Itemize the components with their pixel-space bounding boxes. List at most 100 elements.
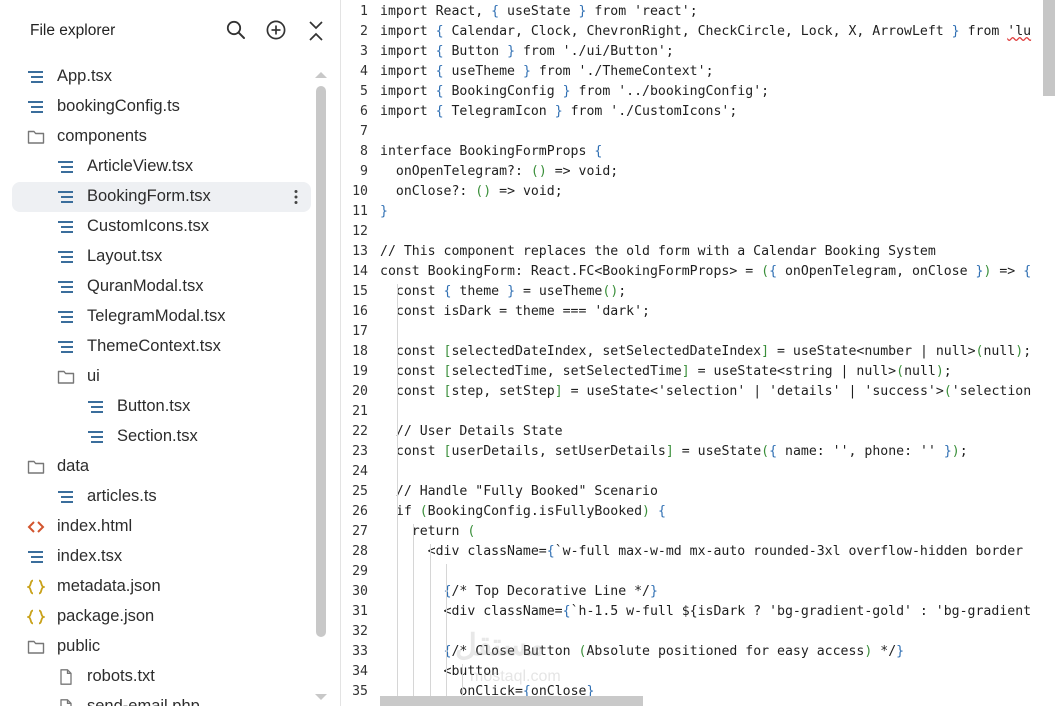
file-tree-item[interactable]: index.html [12,512,311,542]
file-tree-item-label: ArticleView.tsx [87,157,194,175]
line-number: 2 [360,24,368,39]
file-tree-item-label: components [57,127,147,145]
file-tree-item[interactable]: articles.ts [12,482,311,512]
code-line[interactable]: import { Calendar, Clock, ChevronRight, … [380,24,1031,39]
line-number: 1 [360,4,368,19]
file-tree-item[interactable]: package.json [12,602,311,632]
sidebar-scrollbar-thumb[interactable] [316,86,326,637]
line-number: 9 [360,164,368,179]
code-line[interactable]: import React, { useState } from 'react'; [380,4,698,19]
indent-guide [430,544,431,706]
file-lines-icon [27,549,45,565]
file-tree-item[interactable]: data [12,452,311,482]
code-area[interactable]: import React, { useState } from 'react';… [380,0,1056,706]
line-number: 4 [360,64,368,79]
file-tree-item-label: QuranModal.tsx [87,277,204,295]
more-options-icon[interactable] [289,188,303,206]
file-tree-item[interactable]: Layout.tsx [12,242,311,272]
line-number-gutter: 1 2 3 4 5 6 7 8 9 10 11 12 13 14 15 16 17 18 19 20 21 22 23 24 2… [342,0,376,706]
file-tree-item[interactable]: App.tsx [12,62,311,92]
code-line[interactable]: import { Button } from './ui/Button'; [380,44,674,59]
code-line[interactable]: } [380,204,388,219]
line-number: 28 [352,544,368,559]
file-tree-item[interactable]: public [12,632,311,662]
file-icon [57,699,75,706]
file-explorer-panel: File explorer App.tsx bookingConfig.ts com… [0,0,341,706]
line-number: 20 [352,384,368,399]
file-tree-item[interactable]: metadata.json [12,572,311,602]
code-line[interactable]: interface BookingFormProps { [380,144,602,159]
code-line[interactable]: return ( [380,524,476,539]
line-number: 32 [352,624,368,639]
file-tree-item-label: ThemeContext.tsx [87,337,221,355]
file-tree-item[interactable]: CustomIcons.tsx [12,212,311,242]
line-number: 21 [352,404,368,419]
code-line[interactable]: onClose?: () => void; [380,184,563,199]
code-line[interactable]: const [selectedDateIndex, setSelectedDat… [380,344,1031,359]
file-tree-item-label: robots.txt [87,667,155,685]
line-number: 5 [360,84,368,99]
add-circle-icon[interactable] [265,19,289,45]
file-tree-item[interactable]: index.tsx [12,542,311,572]
line-number: 15 [352,284,368,299]
file-tree-item[interactable]: bookingConfig.ts [12,92,311,122]
code-line[interactable]: import { TelegramIcon } from './CustomIc… [380,104,737,119]
file-tree-item[interactable]: ThemeContext.tsx [12,332,311,362]
code-line[interactable]: <div className={`h-1.5 w-full ${isDark ?… [380,604,1032,619]
file-tree-item[interactable]: ui [12,362,311,392]
code-editor[interactable]: 1 2 3 4 5 6 7 8 9 10 11 12 13 14 15 16 17 18 19 20 21 22 23 24 2… [342,0,1056,706]
file-tree-item-label: App.tsx [57,67,113,85]
code-line[interactable]: const BookingForm: React.FC<BookingFormP… [380,264,1031,279]
file-tree-item[interactable]: ArticleView.tsx [12,152,311,182]
folder-icon [27,459,45,475]
editor-vertical-scrollbar-thumb[interactable] [1043,0,1055,96]
editor-horizontal-scrollbar-thumb[interactable] [380,696,643,706]
code-line[interactable]: const [userDetails, setUserDetails] = us… [380,444,968,459]
file-tree-item-label: data [57,457,90,475]
code-line[interactable]: {/* Top Decorative Line */} [380,584,658,599]
collapse-all-icon[interactable] [306,19,330,45]
code-line[interactable]: onOpenTelegram?: () => void; [380,164,618,179]
code-line[interactable]: const { theme } = useTheme(); [380,284,626,299]
code-line[interactable]: // Handle "Fully Booked" Scenario [380,484,658,499]
file-lines-icon [57,339,75,355]
file-lines-icon [27,69,45,85]
code-line[interactable]: if (BookingConfig.isFullyBooked) { [380,504,666,519]
file-explorer-header: File explorer [0,0,340,62]
file-tree-item[interactable]: send-email.php [12,692,311,706]
file-lines-icon [57,279,75,295]
file-tree-item[interactable]: robots.txt [12,662,311,692]
code-line[interactable]: import { BookingConfig } from '../bookin… [380,84,769,99]
file-tree-item[interactable]: components [12,122,311,152]
code-line[interactable]: const [step, setStep] = useState<'select… [380,384,1031,399]
code-line[interactable]: import { useTheme } from './ThemeContext… [380,64,714,79]
line-number: 31 [352,604,368,619]
watermark-url: mostaql.com [470,668,561,685]
scroll-down-arrow-icon[interactable] [315,694,327,700]
code-line[interactable]: <div className={`w-full max-w-md mx-auto… [380,544,1024,559]
file-tree-item-label: index.html [57,517,133,535]
json-braces-icon [25,609,47,625]
file-tree-item[interactable]: TelegramModal.tsx [12,302,311,332]
scroll-up-arrow-icon[interactable] [315,72,327,78]
file-tree-item[interactable]: Button.tsx [12,392,311,422]
code-line[interactable]: // User Details State [380,424,563,439]
file-tree-item[interactable]: QuranModal.tsx [12,272,311,302]
indent-guide [397,284,398,706]
search-icon[interactable] [225,19,249,45]
file-lines-icon [57,159,75,175]
code-line[interactable]: const isDark = theme === 'dark'; [380,304,650,319]
line-number: 11 [352,204,368,219]
file-icon [57,669,75,685]
indent-guide [446,564,447,706]
code-brackets-icon [27,519,45,535]
indent-guide [413,524,414,706]
file-lines-icon [57,189,75,205]
code-line[interactable]: // This component replaces the old form … [380,244,936,259]
file-tree-item[interactable]: Section.tsx [12,422,311,452]
file-lines-icon [57,249,75,265]
file-explorer-title: File explorer [30,22,116,39]
file-tree-item[interactable]: BookingForm.tsx [12,182,311,212]
code-line[interactable]: const [selectedTime, setSelectedTime] = … [380,364,952,379]
line-number: 26 [352,504,368,519]
